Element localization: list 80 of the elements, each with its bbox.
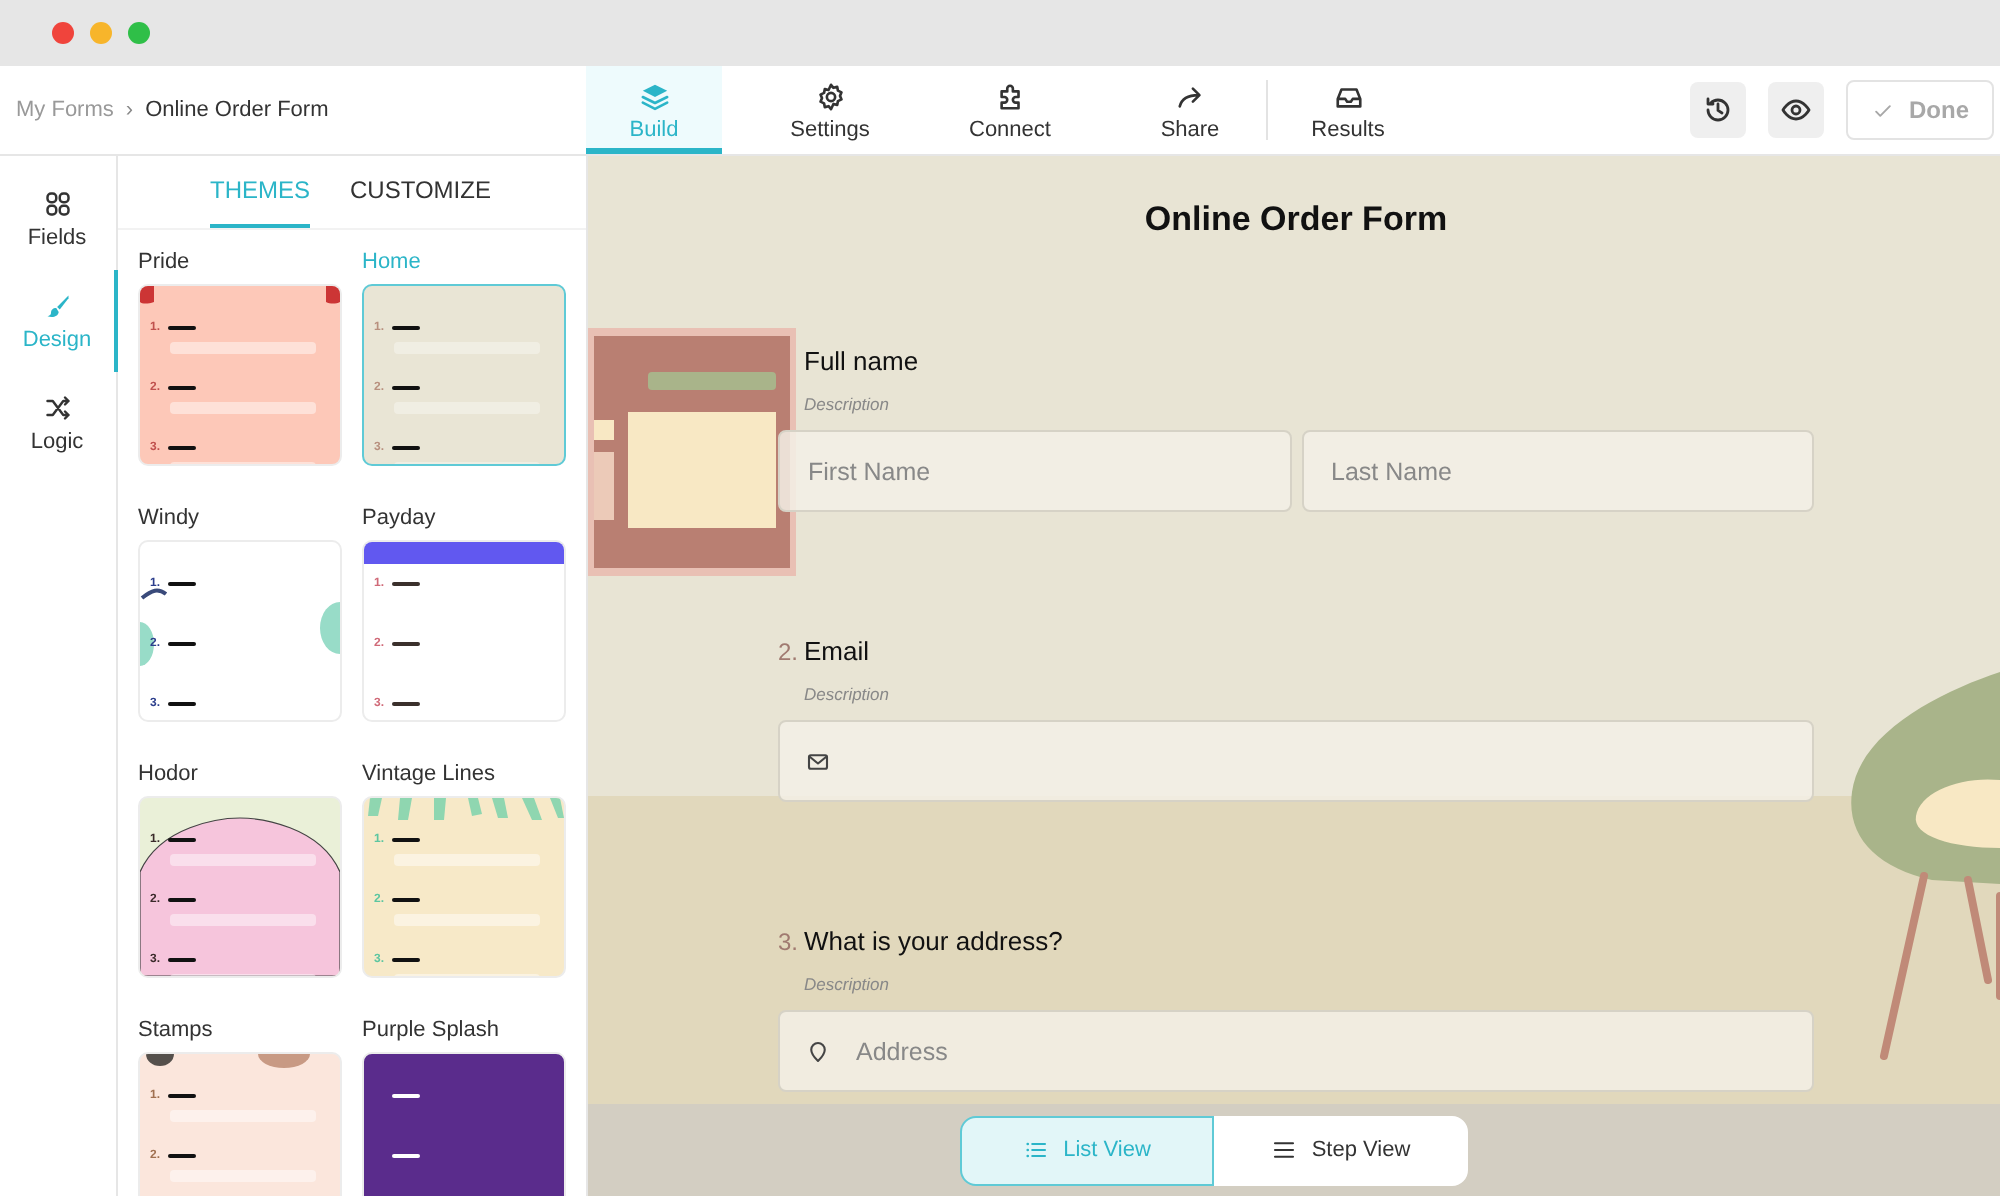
question-label: Email (804, 636, 870, 666)
heading-line (168, 1154, 196, 1158)
preview-button[interactable] (1768, 82, 1824, 138)
grid-icon (43, 189, 71, 217)
theme-name: Stamps (138, 1018, 215, 1042)
theme-name: Purple Splash (362, 1018, 501, 1042)
heading-line (168, 958, 196, 962)
heading-line (168, 1094, 196, 1098)
close-window-control[interactable] (52, 22, 74, 44)
heading-line (392, 386, 420, 390)
settings-icon (815, 81, 845, 111)
history-icon (1702, 94, 1734, 126)
location-pin-icon (806, 1040, 830, 1064)
heading-line (168, 642, 196, 646)
list-icon (1023, 1138, 1048, 1162)
share-arrow-icon (1175, 81, 1205, 111)
input-field[interactable]: Last Name (1301, 430, 1814, 512)
breadcrumb-link[interactable]: My Forms (16, 98, 114, 122)
view-toggle-button[interactable]: Step View (1214, 1115, 1468, 1185)
nav-tab[interactable]: Results (1280, 66, 1416, 154)
heading-line (168, 898, 196, 902)
sidebar-item[interactable]: Logic (0, 372, 118, 474)
heading-line (392, 446, 420, 450)
heading-line (168, 386, 196, 390)
heading-line (168, 838, 196, 842)
heading-line (392, 1154, 420, 1158)
panel-tab[interactable]: THEMES (210, 156, 311, 228)
nav-tab[interactable]: Share (1122, 66, 1258, 154)
wave-icon (140, 586, 168, 600)
nav-tab[interactable]: Build (586, 66, 722, 154)
heading-line (392, 958, 420, 962)
heading-line (168, 446, 196, 450)
nav-tab[interactable]: Connect (942, 66, 1078, 154)
brush-icon (43, 291, 71, 319)
step-lines-icon (1271, 1138, 1296, 1162)
theme-name: Pride (138, 250, 192, 274)
heading-line (168, 582, 196, 586)
layers-icon (639, 81, 669, 111)
sidebar-item[interactable]: Fields (0, 168, 118, 270)
heading-line (392, 326, 420, 330)
view-toggle-button[interactable]: List View (960, 1115, 1214, 1185)
heading-line (168, 326, 196, 330)
breadcrumb-separator: › (125, 98, 134, 122)
heading-line (392, 702, 420, 706)
history-button[interactable] (1690, 82, 1746, 138)
preview-icon (1780, 94, 1812, 126)
question-label: Full name (804, 346, 919, 376)
question-description: Description (804, 394, 892, 416)
question-number: 2. (778, 638, 801, 666)
theme-name: Payday (362, 506, 438, 530)
heading-line (168, 702, 196, 706)
input-field[interactable]: Address (778, 1010, 1814, 1092)
corner-tab-icon (140, 286, 154, 304)
form-title: Online Order Form (1142, 200, 1450, 242)
shuffle-icon (43, 393, 71, 421)
question-number: 3. (778, 928, 801, 956)
heading-line (392, 898, 420, 902)
theme-name: Home (362, 250, 423, 274)
corner-tab-icon (326, 286, 340, 304)
heading-line (392, 642, 420, 646)
heading-line (392, 582, 420, 586)
breadcrumb-current: Online Order Form (145, 98, 329, 122)
panel-tab[interactable]: CUSTOMIZE (350, 156, 491, 228)
theme-name: Hodor (138, 762, 200, 786)
heading-line (392, 1094, 420, 1098)
sidebar-item[interactable]: Design (0, 270, 118, 372)
heading-line (392, 838, 420, 842)
zoom-window-control[interactable] (128, 22, 150, 44)
question-description: Description (804, 974, 892, 996)
theme-preview[interactable] (362, 1052, 566, 1196)
input-field[interactable] (778, 720, 1814, 802)
theme-name: Windy (138, 506, 202, 530)
theme-name: Vintage Lines (362, 762, 497, 786)
question-label: What is your address? (804, 926, 1063, 956)
nav-tab[interactable]: Settings (762, 66, 898, 154)
check-icon (1871, 99, 1893, 121)
envelope-icon (806, 750, 830, 774)
puzzle-icon (995, 81, 1025, 111)
input-field[interactable]: First Name (778, 430, 1291, 512)
question-description: Description (804, 684, 892, 706)
